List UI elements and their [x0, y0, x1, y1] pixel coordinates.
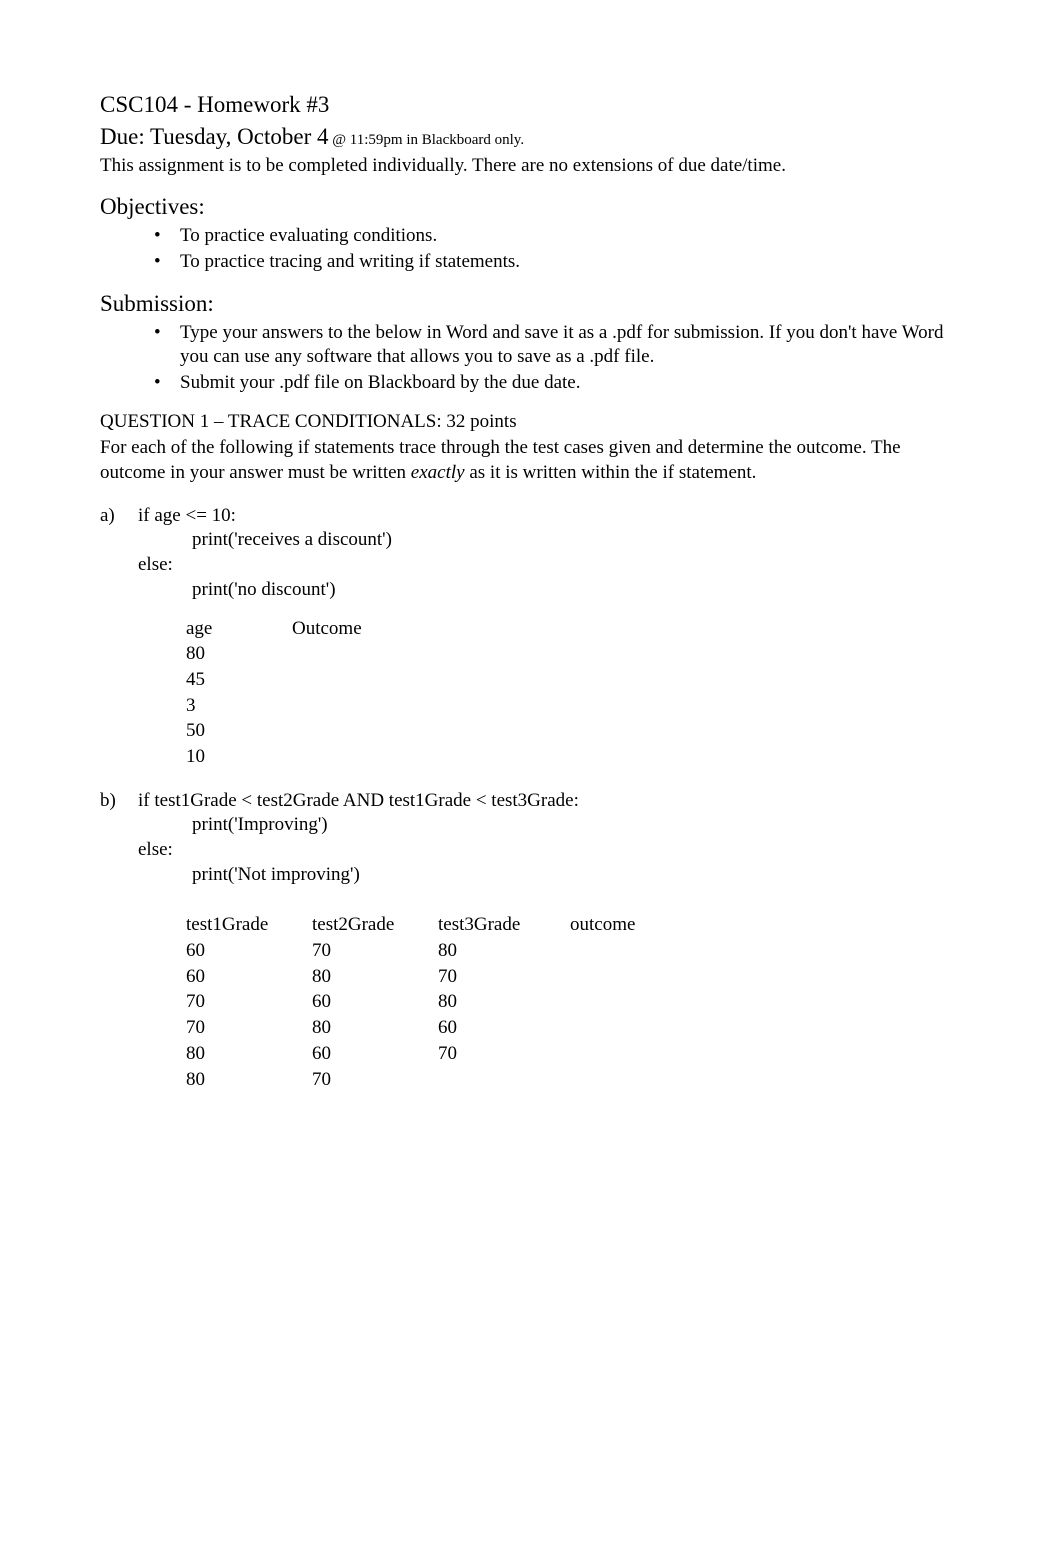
list-item: To practice tracing and writing if state…: [154, 250, 962, 275]
cell-age: 3: [186, 694, 292, 720]
table-row: 45: [186, 668, 512, 694]
cell-t3: 60: [438, 1016, 570, 1042]
cell-t1: 80: [186, 1042, 312, 1068]
cell-t2: 70: [312, 939, 438, 965]
cell-outcome: [292, 668, 512, 694]
code-line: print('receives a discount'): [138, 528, 962, 553]
part-b-letter: b): [100, 789, 116, 814]
cell-outcome: [292, 719, 512, 745]
objectives-list: To practice evaluating conditions. To pr…: [100, 224, 962, 274]
due-line: Due: Tuesday, October 4 @ 11:59pm in Bla…: [100, 122, 962, 152]
table-row: 806070: [186, 1042, 770, 1068]
objectives-heading: Objectives:: [100, 192, 962, 222]
cell-age: 50: [186, 719, 292, 745]
cell-out: [570, 1042, 770, 1068]
doc-title: CSC104 - Homework #3: [100, 90, 962, 120]
cell-t3: 80: [438, 990, 570, 1016]
cell-t2: 70: [312, 1068, 438, 1094]
cell-t1: 60: [186, 965, 312, 991]
table-row: 608070: [186, 965, 770, 991]
assignment-note: This assignment is to be completed indiv…: [100, 154, 962, 179]
col-header-t3: test3Grade: [438, 913, 570, 939]
col-header-outcome: outcome: [570, 913, 770, 939]
table-b: test1Grade test2Grade test3Grade outcome…: [186, 913, 770, 1093]
col-header-t2: test2Grade: [312, 913, 438, 939]
table-row: 706080: [186, 990, 770, 1016]
cell-t1: 70: [186, 990, 312, 1016]
table-row: 607080: [186, 939, 770, 965]
submission-heading: Submission:: [100, 289, 962, 319]
cell-age: 80: [186, 642, 292, 668]
part-b: b) if test1Grade < test2Grade AND test1G…: [100, 789, 962, 1094]
cell-t1: 80: [186, 1068, 312, 1094]
cell-outcome: [292, 694, 512, 720]
table-row: 3: [186, 694, 512, 720]
cell-t2: 60: [312, 1042, 438, 1068]
cell-out: [570, 990, 770, 1016]
table-row: 708060: [186, 1016, 770, 1042]
cell-t1: 60: [186, 939, 312, 965]
table-a: age Outcome 80 45 3 50 10: [186, 617, 512, 771]
cell-age: 10: [186, 745, 292, 771]
code-line: else:: [138, 838, 962, 863]
due-suffix: @ 11:59pm in Blackboard only.: [328, 132, 524, 148]
list-item: Submit your .pdf file on Blackboard by t…: [154, 371, 962, 396]
cell-t2: 60: [312, 990, 438, 1016]
code-line: else:: [138, 553, 962, 578]
code-line: print('Not improving'): [138, 863, 962, 888]
cell-outcome: [292, 642, 512, 668]
q1-body-em: exactly: [411, 462, 470, 483]
cell-age: 45: [186, 668, 292, 694]
part-a: a) if age <= 10: print('receives a disco…: [100, 504, 962, 771]
cell-t3: 70: [438, 1042, 570, 1068]
q1-body-post: as it is written within the if statement…: [469, 462, 756, 483]
cell-out: [570, 939, 770, 965]
code-line: if age <= 10:: [138, 504, 962, 529]
col-header-age: age: [186, 617, 292, 643]
code-line: print('Improving'): [138, 813, 962, 838]
cell-t2: 80: [312, 965, 438, 991]
cell-out: [570, 965, 770, 991]
list-item: To practice evaluating conditions.: [154, 224, 962, 249]
table-header-row: test1Grade test2Grade test3Grade outcome: [186, 913, 770, 939]
cell-t1: 70: [186, 1016, 312, 1042]
table-row: 80: [186, 642, 512, 668]
cell-t3: 80: [438, 939, 570, 965]
code-line: print('no discount'): [138, 578, 962, 603]
submission-list: Type your answers to the below in Word a…: [100, 321, 962, 396]
part-a-letter: a): [100, 504, 115, 529]
list-item: Type your answers to the below in Word a…: [154, 321, 962, 370]
cell-t3: 70: [438, 965, 570, 991]
cell-out: [570, 1016, 770, 1042]
col-header-t1: test1Grade: [186, 913, 312, 939]
question1-heading: QUESTION 1 – TRACE CONDITIONALS: 32 poin…: [100, 410, 962, 435]
table-row: 50: [186, 719, 512, 745]
cell-t3: [438, 1068, 570, 1094]
table-header-row: age Outcome: [186, 617, 512, 643]
cell-t2: 80: [312, 1016, 438, 1042]
cell-out: [570, 1068, 770, 1094]
col-header-outcome: Outcome: [292, 617, 512, 643]
table-row: 8070: [186, 1068, 770, 1094]
question1-body: For each of the following if statements …: [100, 436, 962, 485]
due-prefix: Due: Tuesday, October 4: [100, 124, 328, 149]
code-line: if test1Grade < test2Grade AND test1Grad…: [138, 789, 962, 814]
table-row: 10: [186, 745, 512, 771]
cell-outcome: [292, 745, 512, 771]
